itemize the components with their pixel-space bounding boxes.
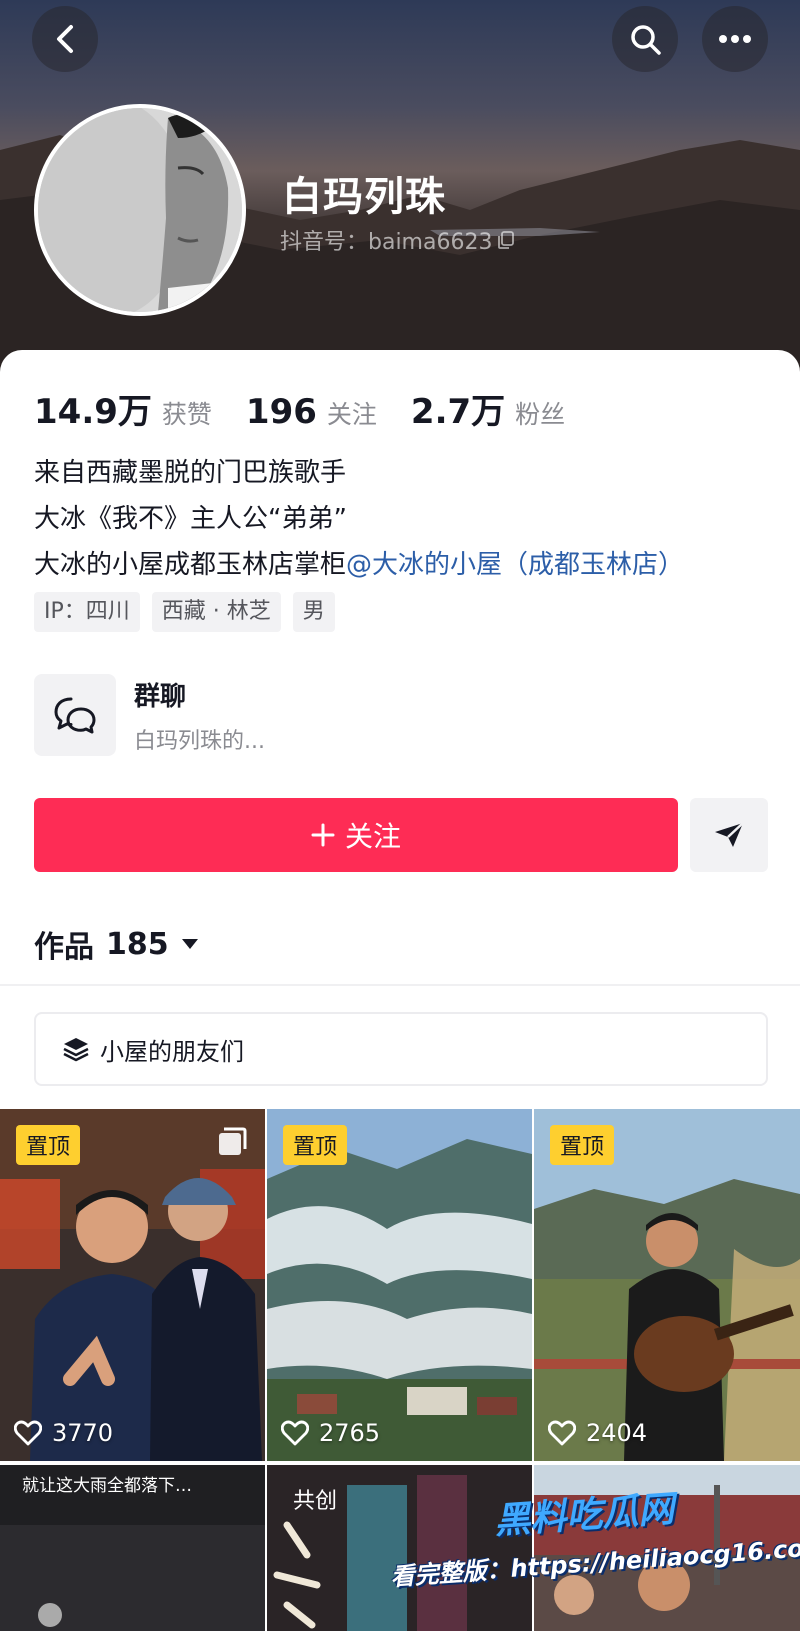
more-button[interactable] (702, 6, 768, 72)
pinned-badge: 置顶 (16, 1125, 81, 1165)
likes-count: 3770 (52, 1419, 114, 1447)
heart-icon (281, 1420, 309, 1446)
copy-icon[interactable] (498, 231, 515, 249)
group-chat-title: 群聊 (134, 681, 187, 712)
bio-mention-link[interactable]: @大冰的小屋（成都玉林店） (346, 550, 684, 580)
follow-button[interactable]: 关注 (34, 798, 678, 872)
likes-count: 2404 (586, 1419, 648, 1447)
collab-badge: 共创 (293, 1489, 338, 1514)
search-icon (631, 25, 661, 55)
more-horizontal-icon (719, 35, 751, 43)
pinned-badge: 置顶 (550, 1125, 615, 1165)
stat-label: 关注 (326, 400, 377, 429)
avatar-photo (38, 108, 242, 312)
chat-bubbles-icon (54, 697, 96, 734)
profile-banner: 白玛列珠 抖音号：baima6623 (0, 0, 800, 380)
pinned-badge: 置顶 (283, 1125, 348, 1165)
heart-icon (548, 1420, 576, 1446)
bio-line-text: 大冰的小屋成都玉林店掌柜 (34, 550, 347, 580)
collection-entry[interactable]: 小屋的朋友们 (34, 1012, 768, 1086)
tag-region[interactable]: 西藏 · 林芝 (151, 592, 281, 632)
bio-line: 大冰的小屋成都玉林店掌柜@大冰的小屋（成都玉林店） (34, 542, 684, 588)
video-caption: 就让这大雨全都落下… (22, 1476, 192, 1496)
group-chat-subtitle: 白玛列珠的... (134, 728, 265, 754)
group-chat-entry[interactable]: 群聊 白玛列珠的... (34, 674, 534, 756)
back-button[interactable] (32, 6, 98, 72)
follow-label: 关注 (344, 820, 401, 853)
video-tile[interactable]: 置顶 3770 (0, 1109, 265, 1461)
tag-ip-location: IP：四川 (34, 592, 140, 632)
video-tile[interactable]: 就让这大雨全都落下… (0, 1465, 265, 1631)
profile-name: 白玛列珠 (282, 174, 446, 220)
bio-line: 来自西藏墨脱的门巴族歌手 (34, 458, 347, 488)
send-icon (715, 822, 744, 847)
multi-image-icon (219, 1127, 247, 1155)
stat-likes[interactable]: 14.9万 获赞 (34, 384, 212, 433)
chevron-left-icon (57, 25, 73, 53)
stat-label: 获赞 (161, 400, 212, 429)
douyin-id[interactable]: 抖音号：baima6623 (280, 224, 515, 256)
collection-label: 小屋的朋友们 (100, 1037, 244, 1066)
heart-icon (14, 1420, 42, 1446)
stat-label: 粉丝 (515, 400, 566, 429)
layers-icon (63, 1038, 89, 1062)
group-chat-text: 群聊 白玛列珠的... (134, 676, 265, 755)
group-chat-icon-box (34, 674, 116, 756)
tag-gender: 男 (292, 592, 335, 632)
stat-followers[interactable]: 2.7万 粉丝 (411, 384, 565, 433)
video-likes: 2765 (281, 1419, 380, 1447)
bio: 来自西藏墨脱的门巴族歌手 大冰《我不》主人公“弟弟” 大冰的小屋成都玉林店掌柜@… (34, 450, 684, 588)
avatar[interactable] (34, 104, 246, 316)
caret-down-icon (181, 939, 198, 949)
likes-count: 2765 (319, 1419, 381, 1447)
stat-following[interactable]: 196 关注 (246, 392, 377, 432)
watermark-title: 黑料吃瓜网 (493, 1488, 676, 1543)
search-button[interactable] (612, 6, 678, 72)
plus-icon (311, 823, 335, 847)
works-label: 作品 (34, 930, 94, 965)
share-button[interactable] (690, 798, 768, 872)
stat-value: 2.7万 (410, 392, 506, 432)
watermark-overlay: 黑料吃瓜网 看完整版：https://heiliaocg16.com (390, 1478, 800, 1628)
section-divider (0, 984, 800, 986)
stats-row: 14.9万 获赞 196 关注 2.7万 粉丝 (34, 384, 599, 433)
video-tile[interactable]: 置顶 2765 (267, 1109, 532, 1461)
works-tab[interactable]: 作品 185 (34, 922, 199, 966)
bio-line: 大冰《我不》主人公“弟弟” (34, 504, 347, 534)
video-likes: 3770 (14, 1419, 113, 1447)
video-likes: 2404 (548, 1419, 647, 1447)
douyin-id-text: 抖音号：baima6623 (280, 230, 493, 255)
works-count: 185 (106, 926, 169, 962)
profile-tags: IP：四川 西藏 · 林芝 男 (34, 592, 335, 632)
stat-value: 196 (245, 392, 317, 432)
video-tile[interactable]: 置顶 2404 (534, 1109, 800, 1461)
stat-value: 14.9万 (34, 392, 152, 432)
